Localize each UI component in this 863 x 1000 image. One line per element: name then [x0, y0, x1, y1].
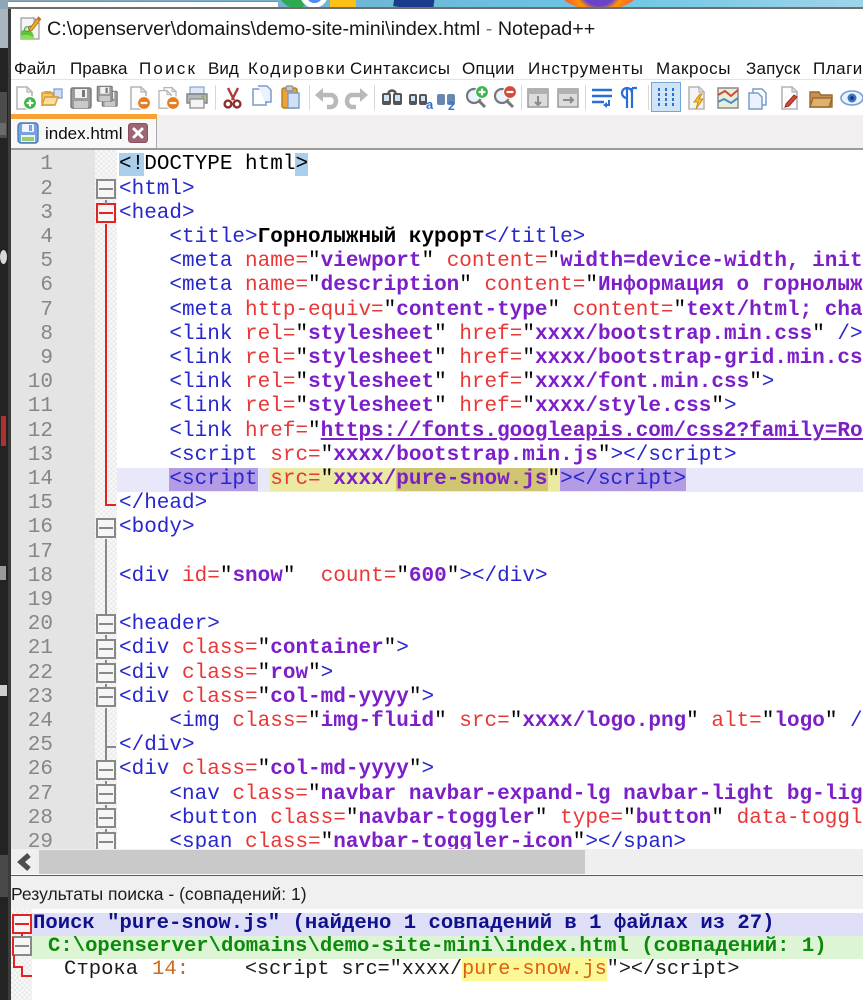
- svg-text:2: 2: [448, 99, 455, 111]
- svg-text:ab: ab: [426, 97, 433, 111]
